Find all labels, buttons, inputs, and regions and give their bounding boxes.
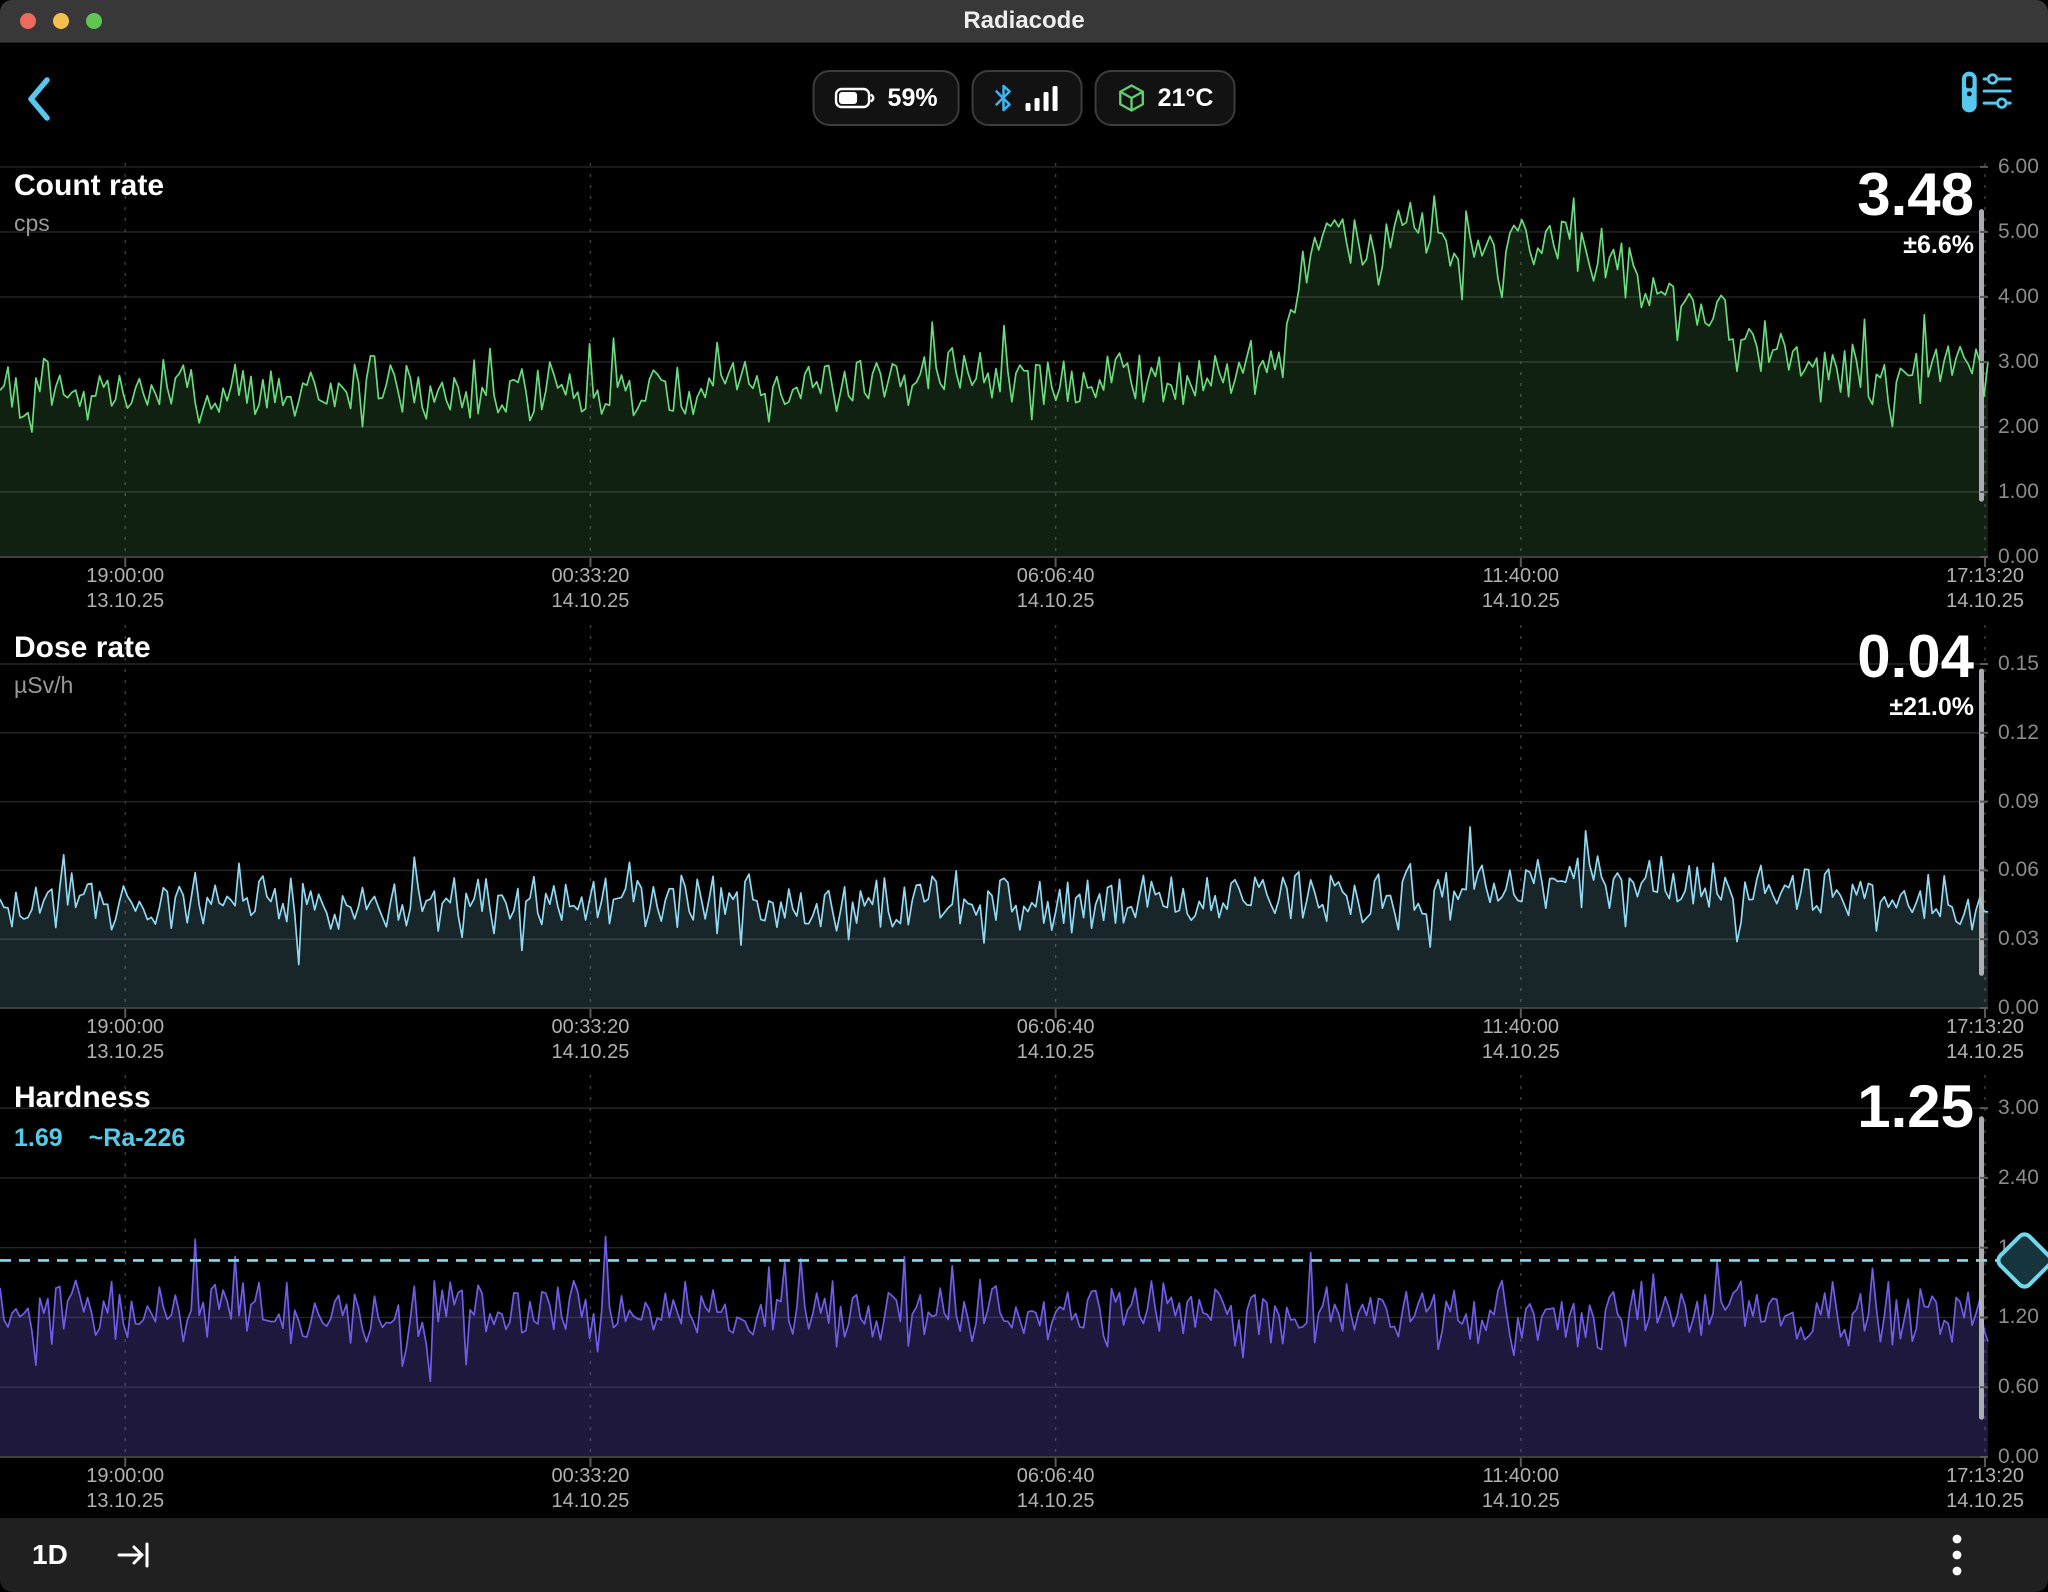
hardness-value: 1.25 [1857,1077,1974,1137]
y-tick-label: 1.00 [1998,480,2039,504]
title-bar: Radiacode [0,0,2048,43]
y-tick-label: 0.00 [1998,1445,2039,1469]
x-tick-label: 19:00:0013.10.25 [86,1015,164,1065]
y-tick-label: 0.06 [1998,858,2039,882]
isotope-label: ~Ra-226 [89,1124,186,1153]
y-tick-label: 2.40 [1998,1166,2039,1190]
jump-to-latest-button[interactable] [114,1535,154,1575]
traffic-lights [20,0,102,42]
y-tick-label: 0.03 [1998,927,2039,951]
window-title: Radiacode [963,7,1084,35]
overflow-menu-button[interactable] [1950,1532,1964,1578]
count-rate-value: 3.48 [1857,165,1974,225]
x-tick-label: 19:00:0013.10.25 [86,564,164,614]
chart-unit: cps [14,210,164,237]
dose-rate-value: 0.04 [1857,627,1974,687]
chart-header: Count rate cps [14,169,164,237]
y-tick-label: 3.00 [1998,350,2039,374]
zoom-button[interactable] [86,13,102,29]
x-tick-label: 00:33:2014.10.25 [551,564,629,614]
x-tick-label: 06:06:4014.10.25 [1017,1015,1095,1065]
battery-icon [835,86,877,110]
y-tick-label: 2.00 [1998,415,2039,439]
battery-status[interactable]: 59% [813,70,960,126]
chart-title: Count rate [14,169,164,203]
dose-rate-uncertainty: ±21.0% [1857,693,1974,722]
y-axis-labels: 6.005.004.003.002.001.000.00 [1998,163,2048,557]
x-tick-label: 17:13:2014.10.25 [1946,1015,2024,1065]
chevron-left-icon [31,80,47,118]
y-tick-label: 4.00 [1998,285,2039,309]
minimize-button[interactable] [53,13,69,29]
bluetooth-status[interactable] [972,70,1083,126]
x-tick-label: 11:40:0014.10.25 [1482,1464,1560,1514]
current-reading: 0.04 ±21.0% [1857,627,1974,722]
hardness-ref-value: 1.69 [14,1124,63,1153]
y-axis-labels: 0.150.120.090.060.030.00 [1998,625,2048,1008]
y-tick-label: 0.00 [1998,545,2039,569]
chart-unit: µSv/h [14,672,151,699]
x-tick-label: 17:13:2014.10.25 [1946,1464,2024,1514]
x-tick-label: 19:00:0013.10.25 [86,1464,164,1514]
bluetooth-icon [994,83,1014,113]
y-tick-label: 1.20 [1998,1305,2039,1329]
y-tick-label: 0.12 [1998,721,2039,745]
bottom-toolbar: 1D [0,1518,2048,1592]
time-range-button[interactable]: 1D [32,1539,68,1571]
y-tick-label: 3.00 [1998,1096,2039,1120]
hardness-chart[interactable]: Hardness 1.69 ~Ra-226 1.25 3.002.401.801… [0,1075,1988,1457]
chart-title: Dose rate [14,631,151,665]
x-tick-label: 00:33:2014.10.25 [551,1015,629,1065]
x-tick-label: 11:40:0014.10.25 [1482,564,1560,614]
count-rate-uncertainty: ±6.6% [1857,231,1974,260]
kebab-menu-icon [1953,1535,1962,1576]
dose-rate-plot [0,625,1988,1008]
cube-icon [1117,83,1147,113]
device-settings-icon [1962,72,2010,113]
x-tick-label: 00:33:2014.10.25 [551,1464,629,1514]
y-tick-label: 0.60 [1998,1375,2039,1399]
y-tick-label: 0.15 [1998,652,2039,676]
app-window: Radiacode 59% [0,0,2048,1592]
x-tick-label: 17:13:2014.10.25 [1946,564,2024,614]
chart-header: Dose rate µSv/h [14,631,151,699]
back-button[interactable] [22,74,56,124]
current-reading: 1.25 [1857,1077,1974,1137]
arrow-to-end-icon [119,1544,147,1566]
dose-rate-chart[interactable]: Dose rate µSv/h 0.04 ±21.0% 0.150.120.09… [0,625,1988,1008]
y-tick-label: 0.09 [1998,790,2039,814]
temperature-value: 21°C [1158,84,1214,113]
x-tick-label: 06:06:4014.10.25 [1017,564,1095,614]
hardness-plot [0,1075,1988,1457]
device-temperature[interactable]: 21°C [1095,70,1236,126]
y-tick-label: 0.00 [1998,996,2039,1020]
status-pills: 59% 21°C [813,70,1236,126]
isotope-annotation: 1.69 ~Ra-226 [14,1124,185,1153]
device-settings-button[interactable] [1960,66,2012,118]
chart-title: Hardness [14,1081,185,1115]
x-tick-label: 06:06:4014.10.25 [1017,1464,1095,1514]
battery-percentage: 59% [888,84,938,113]
toolbar: 59% 21°C [0,42,2048,138]
x-tick-label: 11:40:0014.10.25 [1482,1015,1560,1065]
y-tick-label: 6.00 [1998,155,2039,179]
y-tick-label: 5.00 [1998,220,2039,244]
close-button[interactable] [20,13,36,29]
current-reading: 3.48 ±6.6% [1857,165,1974,260]
count-rate-plot [0,163,1988,557]
count-rate-chart[interactable]: Count rate cps 3.48 ±6.6% 6.005.004.003.… [0,163,1988,557]
signal-bars-icon [1025,84,1061,112]
chart-header: Hardness 1.69 ~Ra-226 [14,1081,185,1153]
